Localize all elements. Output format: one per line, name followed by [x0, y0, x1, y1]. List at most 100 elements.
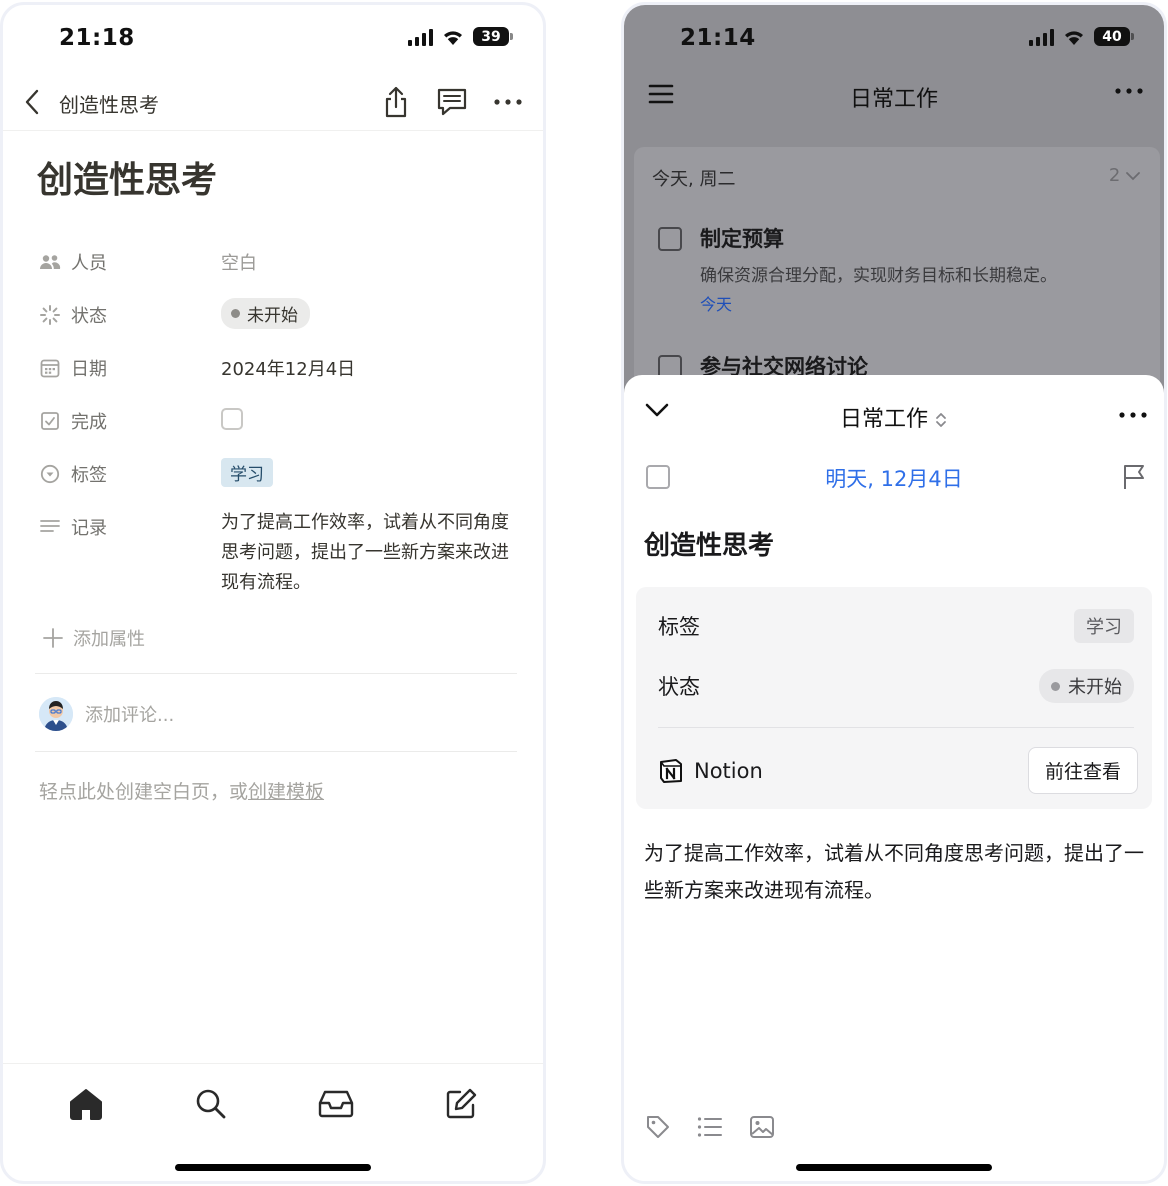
property-done[interactable]: 完成 — [39, 396, 519, 449]
chevron-up-down-icon — [936, 413, 946, 427]
property-label: 状态 — [71, 306, 107, 327]
integration-name: Notion — [694, 758, 763, 783]
tab-compose[interactable] — [439, 1082, 483, 1126]
property-label: 日期 — [71, 359, 107, 380]
notion-integration-row: Notion 前往查看 — [658, 747, 1138, 794]
property-value[interactable]: 2024年12月4日 — [221, 343, 355, 381]
property-label: 完成 — [71, 412, 107, 433]
compose-icon — [446, 1088, 476, 1118]
status-time: 21:18 — [59, 25, 135, 51]
tag-chip[interactable]: 学习 — [1074, 609, 1134, 643]
add-property-label: 添加属性 — [73, 629, 145, 650]
notion-logo-icon — [660, 758, 682, 783]
create-template-link[interactable]: 创建模板 — [248, 781, 324, 803]
property-label: 人员 — [71, 253, 107, 274]
record-text[interactable]: 为了提高工作效率，试着从不同角度思考问题，提出了一些新方案来改进现有流程。 — [221, 496, 511, 598]
divider — [658, 727, 1134, 728]
text-lines-icon — [39, 516, 61, 538]
home-indicator — [175, 1164, 371, 1171]
tag-button[interactable] — [644, 1113, 672, 1141]
status-label: 状态 — [658, 675, 700, 699]
status-row[interactable]: 状态 未开始 — [658, 669, 1134, 703]
empty-hint-text: 轻点此处创建空白页，或 — [39, 781, 249, 803]
more-horizontal-icon[interactable] — [1114, 87, 1144, 95]
divider — [35, 673, 517, 674]
checklist-button[interactable] — [696, 1113, 724, 1141]
task-checkbox[interactable] — [658, 227, 682, 251]
tag-row[interactable]: 标签 学习 — [658, 609, 1134, 643]
tag-chip[interactable]: 学习 — [221, 458, 273, 487]
plus-icon — [43, 628, 63, 648]
home-indicator — [796, 1164, 992, 1171]
avatar — [39, 697, 73, 731]
select-icon — [39, 463, 61, 485]
task-detail-screen: 21:14 40 日常工作 今天, 周二 2 制定预算 确保资源合理分配，实现财… — [621, 2, 1167, 1184]
property-list: 人员 空白 状态 未开始 日期 2024年12月4日 完成 标签 学习 记录 为… — [39, 237, 519, 612]
list-selector-label: 日常工作 — [839, 407, 928, 432]
comment-input[interactable]: 添加评论... — [39, 697, 174, 731]
status-time: 21:14 — [680, 25, 756, 51]
property-status[interactable]: 状态 未开始 — [39, 290, 519, 343]
task-title[interactable]: 创造性思考 — [644, 525, 774, 562]
add-property-button[interactable]: 添加属性 — [43, 625, 145, 651]
task-title: 制定预算 — [700, 227, 784, 251]
more-button[interactable] — [491, 83, 525, 121]
day-header: 今天, 周二 — [652, 169, 736, 190]
flag-icon[interactable] — [1122, 463, 1146, 491]
more-horizontal-icon[interactable] — [1118, 411, 1148, 419]
checkbox-icon — [39, 410, 61, 432]
status-dot — [231, 309, 240, 318]
day-section: 今天, 周二 2 制定预算 确保资源合理分配，实现财务目标和长期稳定。 今天 参… — [634, 147, 1160, 407]
status-loading-icon — [39, 304, 61, 326]
comment-placeholder: 添加评论... — [85, 705, 175, 726]
image-button[interactable] — [748, 1113, 776, 1141]
property-people[interactable]: 人员 空白 — [39, 237, 519, 290]
share-button[interactable] — [379, 83, 413, 121]
list-selector[interactable]: 日常工作 — [624, 401, 1164, 433]
nav-title: 创造性思考 — [59, 93, 159, 117]
tab-inbox[interactable] — [314, 1082, 358, 1126]
battery-icon: 40 — [1094, 27, 1134, 46]
empty-page-hint[interactable]: 轻点此处创建空白页，或创建模板 — [39, 777, 324, 804]
status-badge[interactable]: 未开始 — [1039, 669, 1134, 703]
inbox-icon — [318, 1090, 353, 1117]
tab-home[interactable] — [64, 1082, 108, 1126]
comment-icon — [437, 88, 467, 116]
property-record[interactable]: 记录 为了提高工作效率，试着从不同角度思考问题，提出了一些新方案来改进现有流程。 — [39, 502, 519, 612]
status-bar: 21:14 40 — [624, 5, 1164, 75]
page-title[interactable]: 创造性思考 — [37, 151, 217, 203]
status-indicators: 39 — [408, 27, 513, 46]
task-description: 确保资源合理分配，实现财务目标和长期稳定。 — [700, 266, 1057, 286]
status-badge[interactable]: 未开始 — [221, 298, 310, 329]
divider — [35, 751, 517, 752]
properties-card: 标签 学习 状态 未开始 Notion 前往查看 — [636, 587, 1152, 809]
tab-search[interactable] — [189, 1082, 233, 1126]
search-icon — [196, 1089, 225, 1118]
chevron-left-icon — [25, 89, 39, 115]
task-note[interactable]: 为了提高工作效率，试着从不同角度思考问题，提出了一些新方案来改进现有流程。 — [644, 835, 1148, 909]
tag-label: 标签 — [658, 615, 700, 639]
tag-icon — [647, 1116, 669, 1138]
comments-button[interactable] — [435, 83, 469, 121]
status-dot — [1051, 681, 1060, 691]
more-horizontal-icon — [494, 99, 522, 105]
open-in-notion-button[interactable]: 前往查看 — [1027, 747, 1138, 794]
people-icon — [39, 251, 61, 273]
due-date[interactable]: 明天, 12月4日 — [624, 463, 1164, 493]
share-icon — [385, 86, 407, 118]
list-navbar: 日常工作 — [624, 75, 1164, 121]
calendar-icon — [39, 357, 61, 379]
image-icon — [750, 1116, 774, 1138]
status-bar: 21:18 39 — [3, 5, 543, 75]
wifi-icon — [444, 30, 462, 45]
back-button[interactable] — [17, 87, 47, 117]
day-count[interactable]: 2 — [1109, 165, 1140, 186]
status-text: 未开始 — [247, 306, 298, 326]
wifi-icon — [1065, 30, 1083, 45]
day-count-value: 2 — [1108, 165, 1121, 186]
done-checkbox[interactable] — [221, 408, 243, 430]
property-value[interactable]: 空白 — [221, 237, 257, 275]
cellular-signal-icon — [1029, 28, 1054, 46]
property-date[interactable]: 日期 2024年12月4日 — [39, 343, 519, 396]
property-tag[interactable]: 标签 学习 — [39, 449, 519, 502]
